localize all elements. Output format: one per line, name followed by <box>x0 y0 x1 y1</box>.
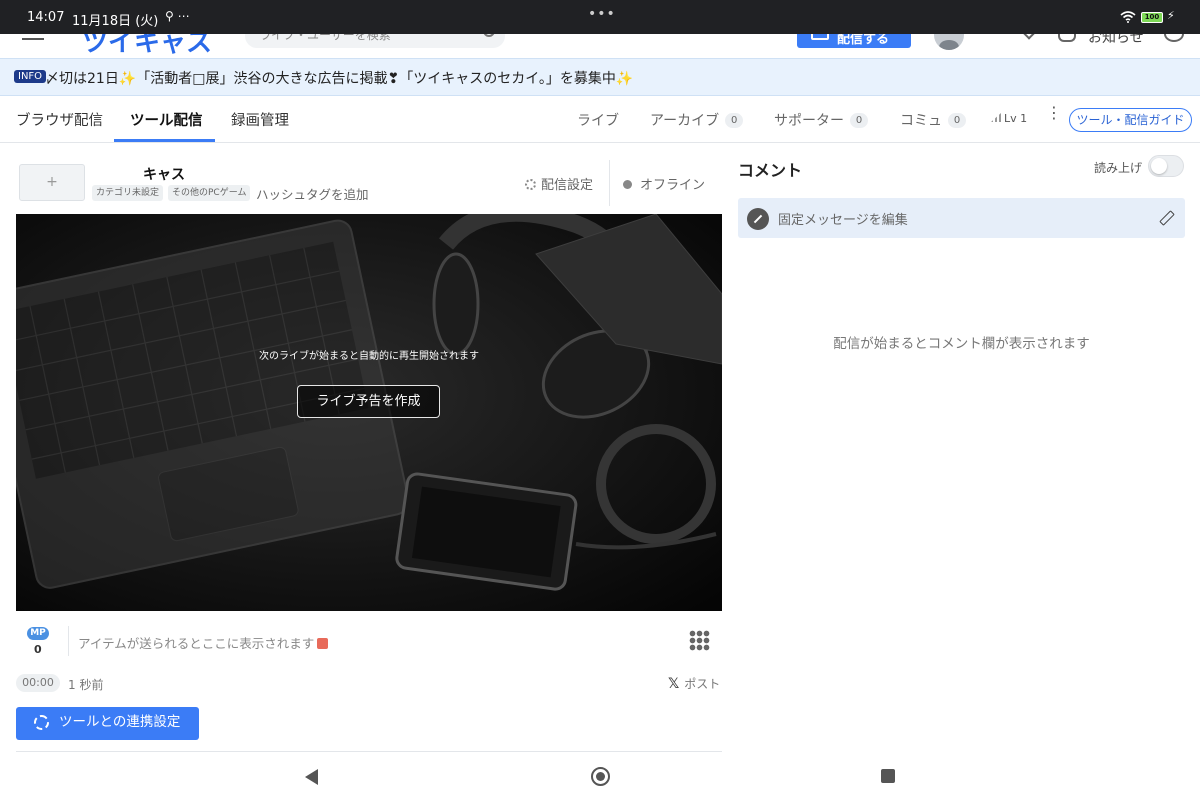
tab-archive-label: アーカイブ <box>650 113 720 129</box>
level-indicator[interactable]: Lv 1 <box>991 112 1027 125</box>
create-live-preview-button[interactable]: ライブ予告を作成 <box>297 385 440 418</box>
start-live-button[interactable]: 配信する <box>797 34 911 48</box>
banner-text[interactable]: 〆切は21日✨「活動者□展」渋谷の大きな広告に掲載❣「ツイキャスのセカイ。」を募… <box>45 68 633 88</box>
archive-count: 0 <box>725 113 744 128</box>
start-live-label: 配信する <box>837 34 890 47</box>
date: 11月18日 (火) <box>72 14 159 29</box>
grid-menu-icon[interactable] <box>689 630 710 651</box>
charging-icon: ⚡ <box>1167 9 1175 22</box>
notification-icon[interactable] <box>1058 34 1076 42</box>
read-aloud-label: 読み上げ <box>1094 161 1143 175</box>
tool-integration-settings-button[interactable]: ツールとの連携設定 <box>16 707 199 740</box>
broadcast-settings-label: 配信設定 <box>541 178 594 193</box>
level-label: Lv 1 <box>1004 112 1028 125</box>
post-label: ポスト <box>684 677 721 691</box>
system-navigation-bar <box>0 756 1200 800</box>
camera-icon <box>811 34 829 40</box>
supporter-count: 0 <box>850 113 868 128</box>
comments-title: コメント <box>738 161 803 180</box>
comments-empty-message: 配信が始まるとコメント欄が表示されます <box>833 336 1090 352</box>
info-badge: INFO <box>14 70 47 83</box>
add-thumbnail-button[interactable]: + <box>19 164 85 201</box>
mp-badge: MP <box>27 627 49 640</box>
clock: 14:07 <box>27 10 65 25</box>
broadcast-settings-button[interactable]: 配信設定 <box>525 174 593 193</box>
divider <box>16 751 722 752</box>
search-icon[interactable] <box>483 34 495 37</box>
site-header: ツイキャス ライブ・ユーザーを検索 配信する お知らせ <box>0 34 1200 58</box>
gear-icon <box>34 715 49 730</box>
search-placeholder: ライブ・ユーザーを検索 <box>259 34 391 42</box>
signal-bars-icon <box>991 113 1001 122</box>
system-status-bar: 14:07 11月18日 (火) ⚲ ⋯ ••• 100 ⚡ <box>0 0 1200 34</box>
multitask-dots-icon[interactable]: ••• <box>588 6 616 22</box>
broadcast-status: オフライン <box>623 174 705 193</box>
site-logo[interactable]: ツイキャス <box>82 34 212 58</box>
tool-guide-button[interactable]: ツール・配信ガイド <box>1069 108 1192 132</box>
status-dot-icon <box>623 180 632 189</box>
divider <box>68 626 69 656</box>
tab-bar: ブラウザ配信 ツール配信 録画管理 ライブ アーカイブ 0 サポーター 0 コミュ 0… <box>0 97 1200 143</box>
tab-community-label: コミュ <box>900 113 942 129</box>
notification-icons: ⚲ ⋯ <box>165 9 190 23</box>
mp-count: 0 <box>34 643 42 656</box>
pin-icon <box>747 208 769 230</box>
more-options-icon[interactable]: ⋮ <box>1046 105 1062 121</box>
info-banner[interactable]: INFO 〆切は21日✨「活動者□展」渋谷の大きな広告に掲載❣「ツイキャスのセカ… <box>0 58 1200 96</box>
tab-supporter-label: サポーター <box>774 113 844 129</box>
tab-browser-broadcast[interactable]: ブラウザ配信 <box>16 109 103 130</box>
gear-icon <box>525 179 536 190</box>
pinned-message-editor[interactable]: 固定メッセージを編集 <box>738 198 1185 238</box>
search-input[interactable]: ライブ・ユーザーを検索 <box>245 34 505 48</box>
chevron-down-icon[interactable] <box>1023 34 1035 40</box>
category-tag[interactable]: カテゴリ未設定 <box>92 185 164 201</box>
gift-icon <box>317 638 329 649</box>
tab-recording-management[interactable]: 録画管理 <box>231 109 289 130</box>
notice-link[interactable]: お知らせ <box>1088 34 1144 47</box>
post-to-x-button[interactable]: 𝕏 ポスト <box>668 675 720 692</box>
last-updated: 1 秒前 <box>68 678 104 692</box>
divider <box>609 160 610 206</box>
tab-live[interactable]: ライブ <box>577 110 619 130</box>
elapsed-timer: 00:00 <box>16 674 60 692</box>
edit-icon[interactable] <box>1159 210 1175 226</box>
wifi-icon <box>1120 11 1136 23</box>
pinned-message-placeholder: 固定メッセージを編集 <box>778 213 908 228</box>
recent-apps-icon[interactable] <box>881 769 895 783</box>
game-tag[interactable]: その他のPCゲーム <box>168 185 251 201</box>
broadcast-status-label: オフライン <box>640 178 706 193</box>
avatar[interactable] <box>934 34 964 50</box>
x-logo-icon: 𝕏 <box>668 676 680 692</box>
tab-supporter[interactable]: サポーター 0 <box>774 110 868 130</box>
active-tab-indicator <box>114 139 215 142</box>
video-player[interactable]: 次のライブが始まると自動的に再生開始されます ライブ予告を作成 <box>16 214 722 611</box>
read-aloud-toggle[interactable] <box>1148 155 1184 177</box>
back-icon[interactable] <box>305 769 318 785</box>
broadcast-title[interactable]: キャス <box>143 164 185 184</box>
home-icon[interactable] <box>591 767 610 786</box>
community-count: 0 <box>948 113 966 128</box>
video-message: 次のライブが始まると自動的に再生開始されます <box>259 351 479 362</box>
menu-icon[interactable] <box>22 34 44 40</box>
tab-tool-broadcast[interactable]: ツール配信 <box>130 109 203 130</box>
add-hashtag-link[interactable]: ハッシュタグを追加 <box>256 184 369 203</box>
battery-icon: 100 <box>1141 12 1163 23</box>
items-placeholder-text: アイテムが送られるとここに表示されます <box>78 636 315 651</box>
tab-archive[interactable]: アーカイブ 0 <box>650 110 744 130</box>
tool-integration-label: ツールとの連携設定 <box>59 714 181 730</box>
tab-community[interactable]: コミュ 0 <box>900 110 966 130</box>
help-icon[interactable] <box>1164 34 1184 42</box>
items-placeholder: アイテムが送られるとここに表示されます <box>78 633 329 652</box>
